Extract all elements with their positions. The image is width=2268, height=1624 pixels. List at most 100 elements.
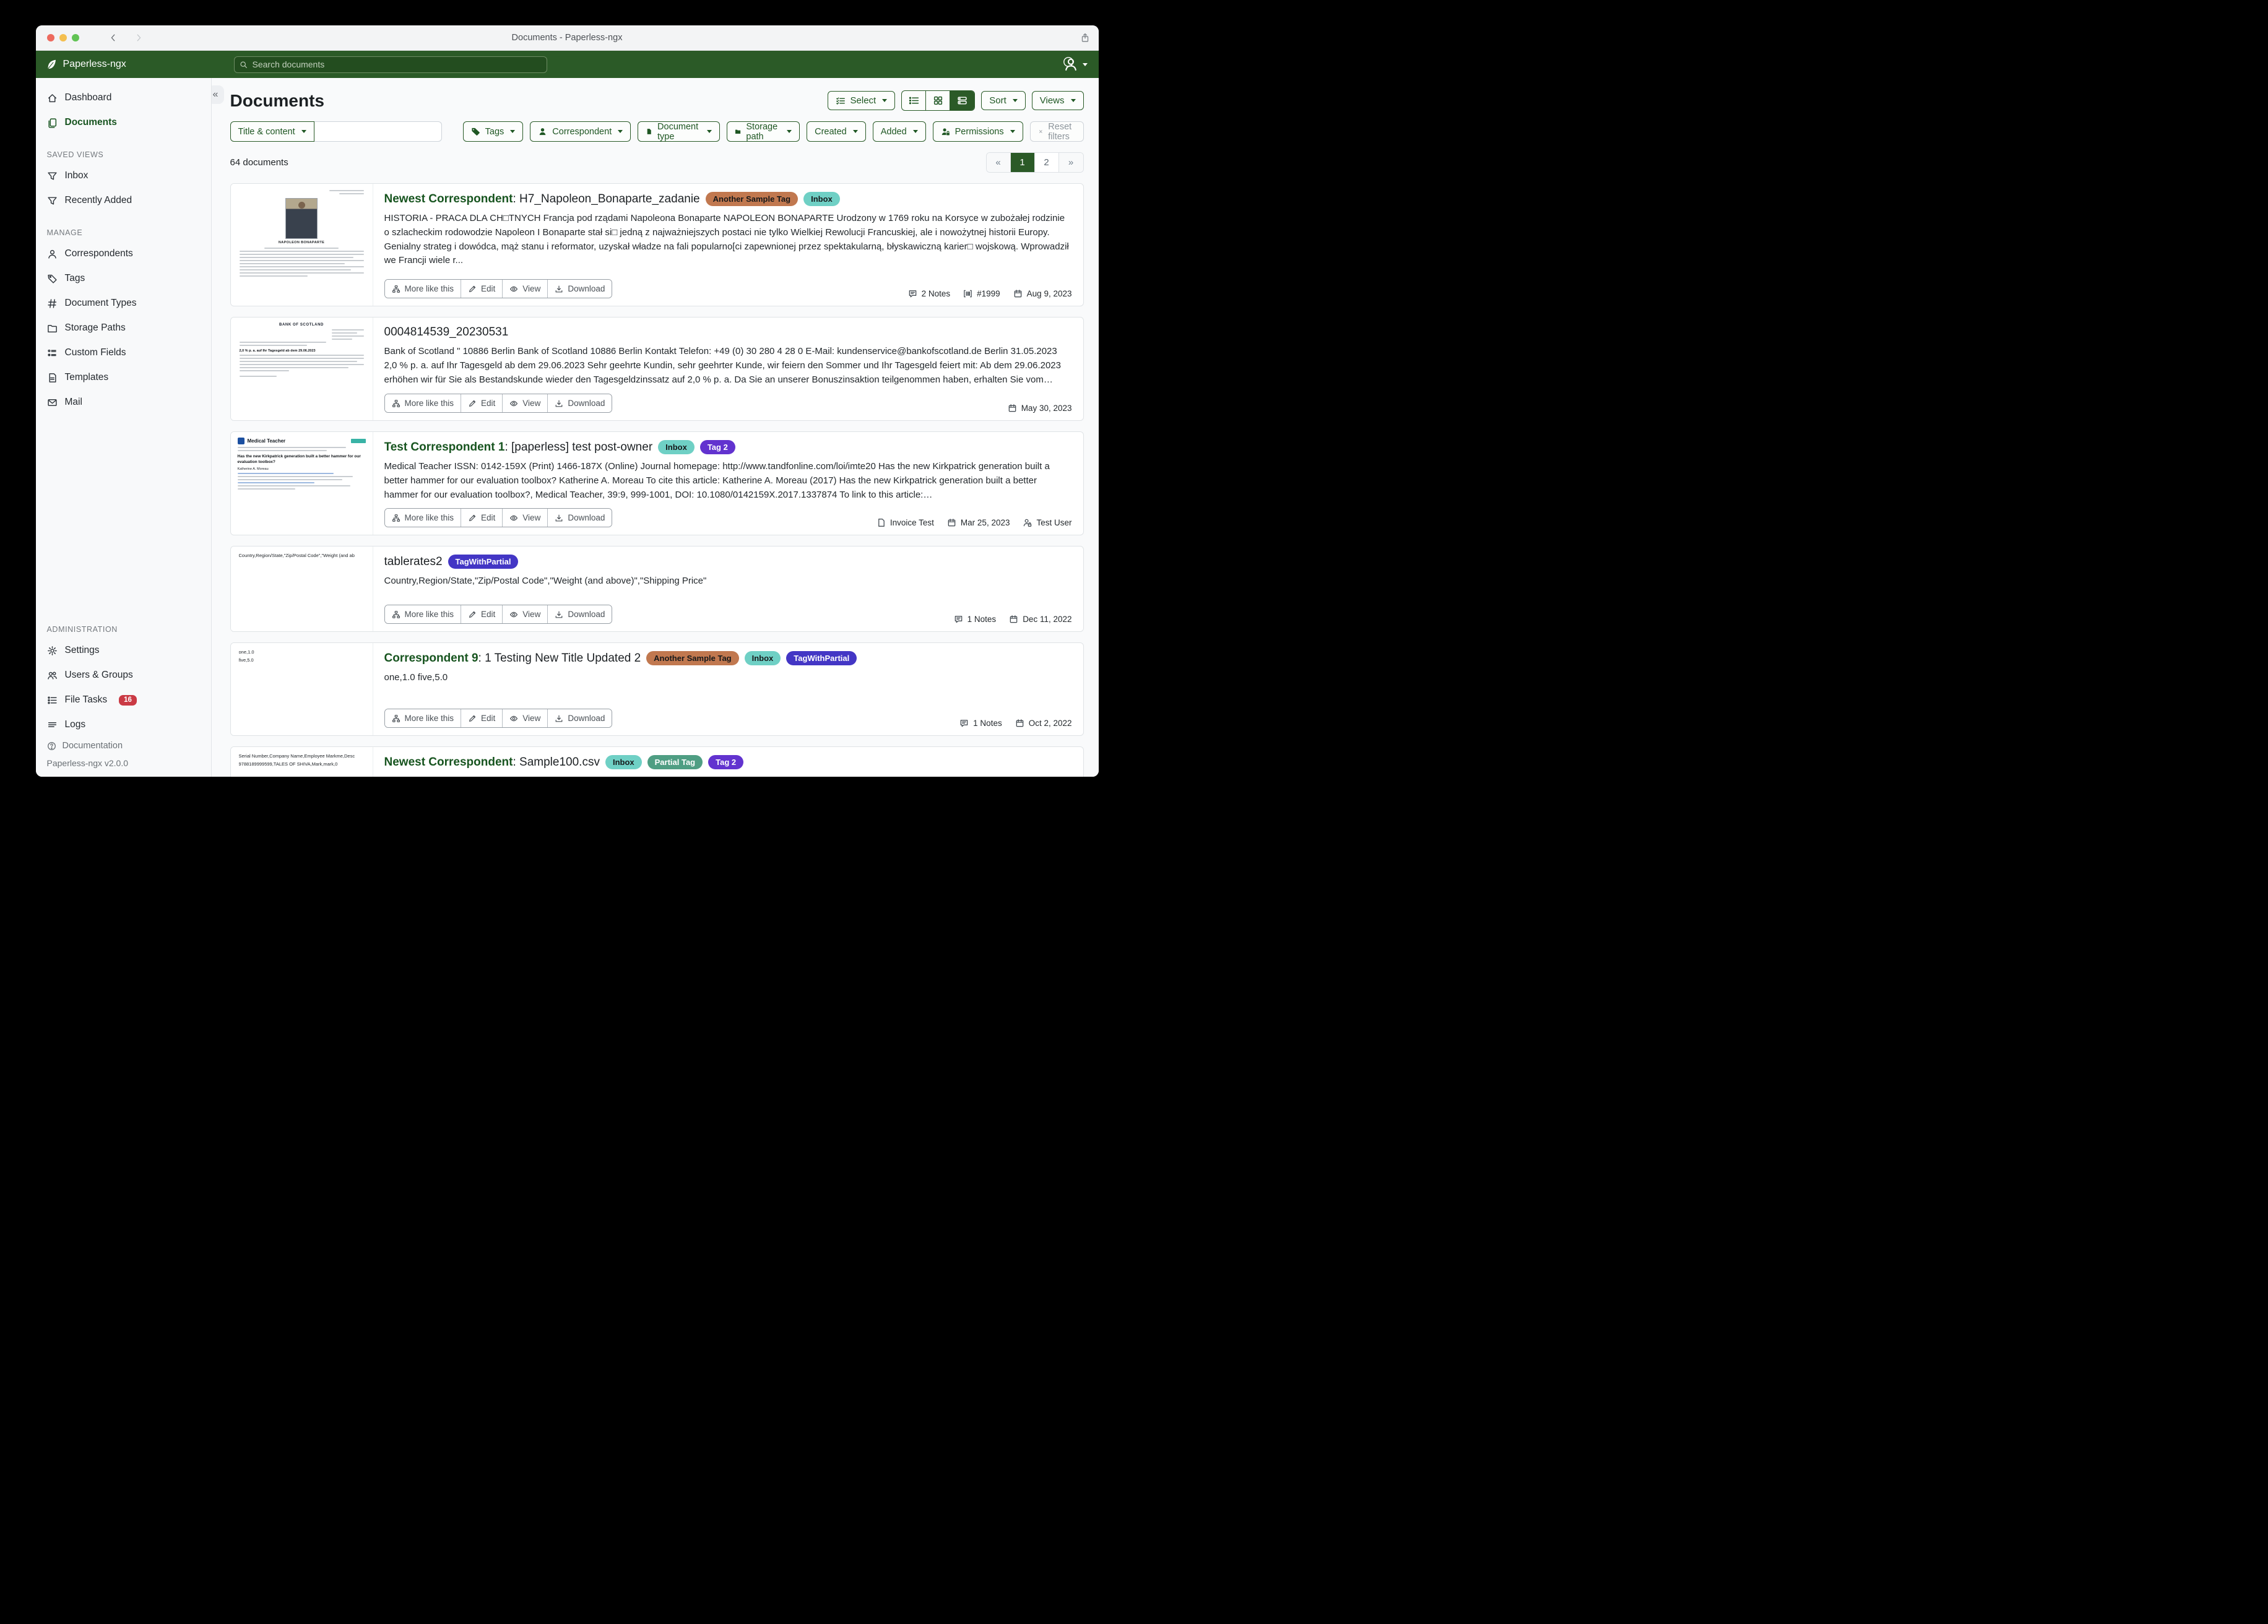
document-title-link[interactable]: 0004814539_20230531	[384, 326, 509, 339]
forward-icon[interactable]	[134, 33, 143, 42]
correspondent-filter-button[interactable]: Correspondent	[530, 121, 631, 142]
minimize-window-button[interactable]	[59, 34, 67, 41]
sidebar-item-inbox[interactable]: Inbox	[36, 163, 211, 188]
sidebar-item-custom-fields[interactable]: Custom Fields	[36, 340, 211, 365]
detail-view-button[interactable]	[950, 91, 974, 110]
date-meta[interactable]: Oct 2, 2022	[1015, 719, 1072, 728]
document-thumbnail[interactable]: one,1.0 five,5.0	[231, 643, 373, 735]
storage-path-filter-button[interactable]: Storage path	[727, 121, 800, 142]
grid-view-button[interactable]	[926, 91, 950, 110]
edit-button[interactable]: Edit	[461, 394, 503, 412]
tag-pill[interactable]: TagWithPartial	[786, 651, 857, 665]
tag-pill[interactable]: Another Sample Tag	[706, 192, 798, 206]
correspondent-link[interactable]: Newest Correspondent	[384, 756, 513, 769]
correspondent-link[interactable]: Test Correspondent 1	[384, 441, 505, 454]
tag-pill[interactable]: Inbox	[745, 651, 781, 665]
tag-pill[interactable]: Tag 2	[700, 440, 735, 454]
more-like-this-button[interactable]: More like this	[385, 605, 462, 623]
search-input[interactable]	[234, 56, 547, 73]
document-type-filter-button[interactable]: Document type	[638, 121, 720, 142]
document-title-link[interactable]: Test Correspondent 1: [paperless] test p…	[384, 441, 653, 454]
date-meta[interactable]: Aug 9, 2023	[1013, 289, 1072, 298]
document-title-link[interactable]: Newest Correspondent: Sample100.csv	[384, 756, 600, 769]
reset-filters-button[interactable]: Reset filters	[1030, 121, 1084, 142]
edit-button[interactable]: Edit	[461, 709, 503, 727]
pagination-next[interactable]: »	[1059, 153, 1083, 172]
user-menu[interactable]	[1063, 57, 1088, 72]
date-meta[interactable]: Mar 25, 2023	[947, 518, 1010, 527]
document-thumbnail[interactable]: Country,Region/State,"Zip/Postal Code","…	[231, 546, 373, 631]
date-meta[interactable]: May 30, 2023	[1008, 404, 1072, 413]
document-title-link[interactable]: Correspondent 9: 1 Testing New Title Upd…	[384, 652, 641, 665]
more-like-this-button[interactable]: More like this	[385, 394, 462, 412]
tag-pill[interactable]: TagWithPartial	[448, 555, 519, 569]
sidebar-item-mail[interactable]: Mail	[36, 390, 211, 415]
sidebar-item-storage-paths[interactable]: Storage Paths	[36, 316, 211, 340]
view-button[interactable]: View	[503, 394, 548, 412]
sidebar-item-documents[interactable]: Documents	[36, 110, 211, 135]
download-button[interactable]: Download	[548, 280, 612, 298]
tag-pill[interactable]: Partial Tag	[647, 755, 703, 769]
share-icon[interactable]	[1080, 33, 1090, 43]
select-button[interactable]: Select	[828, 91, 896, 110]
document-thumbnail[interactable]: Serial Number,Company Name,Employee Mark…	[231, 747, 373, 777]
sidebar-item-logs[interactable]: Logs	[36, 712, 211, 737]
sidebar-item-file-tasks[interactable]: File Tasks 16	[36, 688, 211, 712]
tag-pill[interactable]: Inbox	[658, 440, 695, 454]
sidebar-item-dashboard[interactable]: Dashboard	[36, 85, 211, 110]
document-title-link[interactable]: tablerates2	[384, 555, 443, 569]
asn-meta[interactable]: #1999	[963, 289, 1000, 298]
added-filter-button[interactable]: Added	[873, 121, 926, 142]
edit-button[interactable]: Edit	[461, 605, 503, 623]
more-like-this-button[interactable]: More like this	[385, 509, 462, 527]
tag-pill[interactable]: Another Sample Tag	[646, 651, 738, 665]
sidebar-item-recently-added[interactable]: Recently Added	[36, 188, 211, 213]
document-title-link[interactable]: Newest Correspondent: H7_Napoleon_Bonapa…	[384, 192, 700, 206]
pagination-page-2[interactable]: 2	[1035, 153, 1059, 172]
back-icon[interactable]	[109, 33, 118, 42]
sort-button[interactable]: Sort	[981, 91, 1026, 110]
view-button[interactable]: View	[503, 709, 548, 727]
documentation-link[interactable]: Documentation	[36, 737, 211, 754]
owner-meta[interactable]: Test User	[1023, 518, 1071, 527]
sidebar-item-settings[interactable]: Settings	[36, 638, 211, 663]
tag-pill[interactable]: Tag 2	[708, 755, 743, 769]
notes-meta[interactable]: 1 Notes	[954, 615, 997, 624]
correspondent-link[interactable]: Correspondent 9	[384, 652, 478, 665]
filter-field-dropdown[interactable]: Title & content	[230, 121, 314, 142]
document-type-meta[interactable]: Invoice Test	[876, 518, 934, 527]
pagination-page-1[interactable]: 1	[1011, 153, 1035, 172]
download-button[interactable]: Download	[548, 709, 612, 727]
sidebar-item-users-groups[interactable]: Users & Groups	[36, 663, 211, 688]
close-window-button[interactable]	[47, 34, 54, 41]
brand[interactable]: Paperless-ngx	[36, 59, 212, 71]
filter-text-input[interactable]	[314, 121, 442, 142]
tag-pill[interactable]: Inbox	[605, 755, 642, 769]
correspondent-link[interactable]: Newest Correspondent	[384, 192, 513, 205]
sidebar-item-document-types[interactable]: Document Types	[36, 291, 211, 316]
sidebar-item-tags[interactable]: Tags	[36, 266, 211, 291]
more-like-this-button[interactable]: More like this	[385, 280, 462, 298]
view-button[interactable]: View	[503, 605, 548, 623]
more-like-this-button[interactable]: More like this	[385, 709, 462, 727]
view-button[interactable]: View	[503, 280, 548, 298]
notes-meta[interactable]: 2 Notes	[908, 289, 951, 298]
edit-button[interactable]: Edit	[461, 280, 503, 298]
view-button[interactable]: View	[503, 509, 548, 527]
sidebar-collapse-button[interactable]: «	[212, 85, 224, 104]
zoom-window-button[interactable]	[72, 34, 79, 41]
document-thumbnail[interactable]: NAPOLEON BONAPARTE	[231, 184, 373, 306]
sidebar-item-templates[interactable]: Templates	[36, 365, 211, 390]
pagination-prev[interactable]: «	[987, 153, 1011, 172]
edit-button[interactable]: Edit	[461, 509, 503, 527]
sidebar-item-correspondents[interactable]: Correspondents	[36, 241, 211, 266]
created-filter-button[interactable]: Created	[807, 121, 866, 142]
download-button[interactable]: Download	[548, 509, 612, 527]
download-button[interactable]: Download	[548, 605, 612, 623]
download-button[interactable]: Download	[548, 394, 612, 412]
document-thumbnail[interactable]: BANK OF SCOTLAND 2,0 % p. a. auf Ihr Tag…	[231, 317, 373, 420]
tag-pill[interactable]: Inbox	[803, 192, 840, 206]
views-button[interactable]: Views	[1032, 91, 1084, 110]
date-meta[interactable]: Dec 11, 2022	[1009, 615, 1071, 624]
tags-filter-button[interactable]: Tags	[463, 121, 524, 142]
